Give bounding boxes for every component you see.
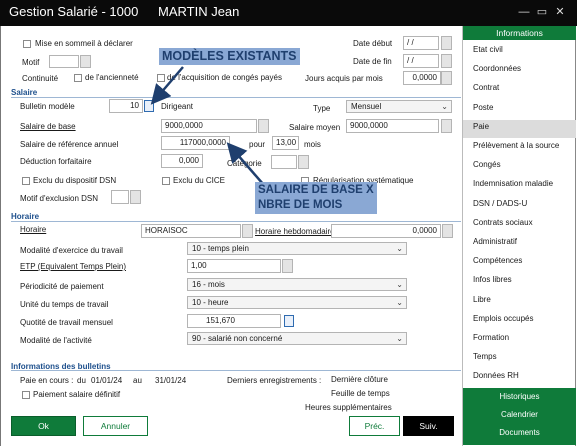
employee-name: MARTIN Jean <box>158 4 240 19</box>
sidebar-item-coordonnees[interactable]: Coordonnées <box>473 64 521 73</box>
sidebar-item-libre[interactable]: Libre <box>473 295 491 304</box>
sidebar-item-formation[interactable]: Formation <box>473 333 509 342</box>
annotation-salaire: SALAIRE DE BASE X NBRE DE MOIS <box>255 182 377 214</box>
sidebar-link-historiques[interactable]: Historiques <box>463 392 576 401</box>
annotation-arrows <box>150 66 264 185</box>
annotation-salaire-line2: NBRE DE MOIS <box>258 199 343 211</box>
arrow-to-salaire-reference <box>226 142 264 185</box>
sidebar-item-indemnisation-maladie[interactable]: Indemnisation maladie <box>473 179 553 188</box>
sidebar-item-conges[interactable]: Congés <box>473 160 501 169</box>
sidebar-link-documents[interactable]: Documents <box>463 428 576 437</box>
title-bar: Gestion Salarié - 1000 MARTIN Jean — ▭ ✕ <box>0 0 577 26</box>
sidebar-header: Informations <box>463 26 576 40</box>
arrow-to-bulletin-modele <box>150 66 184 105</box>
sidebar-item-etat-civil[interactable]: Etat civil <box>473 45 503 54</box>
sidebar-item-temps[interactable]: Temps <box>473 352 497 361</box>
sidebar-item-emplois-occupes[interactable]: Emplois occupés <box>473 314 533 323</box>
close-icon[interactable]: ✕ <box>553 5 567 19</box>
sidebar-item-contrats-sociaux[interactable]: Contrats sociaux <box>473 218 533 227</box>
sidebar-item-prelevement-a-la-source[interactable]: Prélèvement à la source <box>473 141 559 150</box>
main-panel: Mise en sommeil à déclarer Motif Continu… <box>0 26 462 446</box>
maximize-icon[interactable]: ▭ <box>535 5 549 19</box>
window-title: Gestion Salarié - 1000 <box>9 4 139 19</box>
sidebar-item-poste[interactable]: Poste <box>473 103 493 112</box>
sidebar-item-contrat[interactable]: Contrat <box>473 83 499 92</box>
sidebar-item-donnees-rh[interactable]: Données RH <box>473 371 519 380</box>
annotation-salaire-line1: SALAIRE DE BASE X <box>258 184 374 196</box>
sidebar-item-paie[interactable]: Paie <box>473 122 489 131</box>
sidebar-item-competences[interactable]: Compétences <box>473 256 522 265</box>
sidebar-item-administratif[interactable]: Administratif <box>473 237 517 246</box>
sidebar: Informations Etat civil Coordonnées Contra… <box>462 26 576 446</box>
minimize-icon[interactable]: — <box>517 5 531 19</box>
annotation-modeles: MODÈLES EXISTANTS <box>159 48 300 65</box>
sidebar-link-calendrier[interactable]: Calendrier <box>463 410 576 419</box>
sidebar-item-infos-libres[interactable]: Infos libres <box>473 275 512 284</box>
sidebar-item-dsn-dads-u[interactable]: DSN / DADS-U <box>473 199 527 208</box>
sidebar-footer: Historiques Calendrier Documents <box>463 388 576 445</box>
